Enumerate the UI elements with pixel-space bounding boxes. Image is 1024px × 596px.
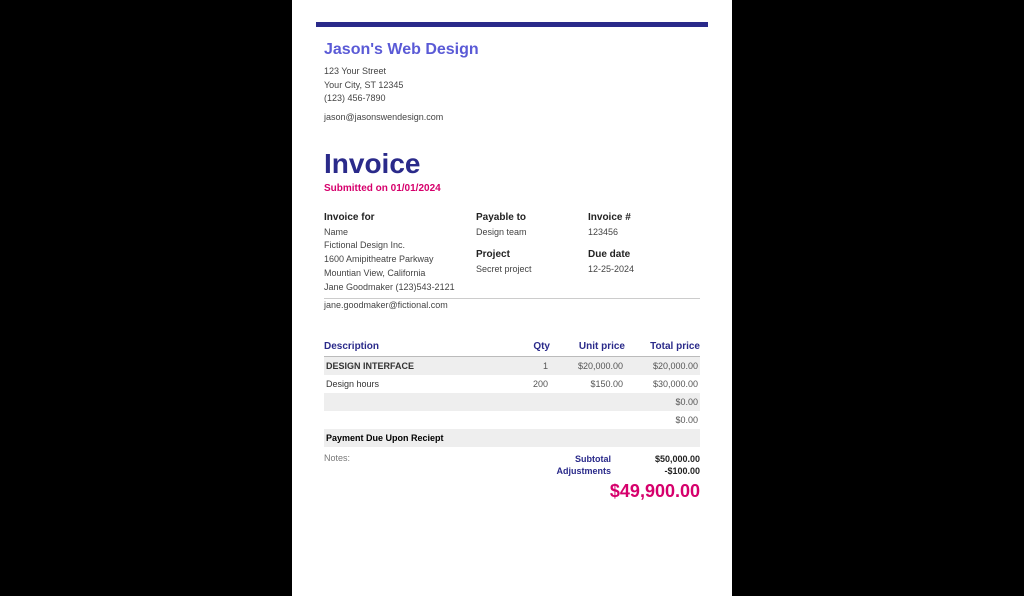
company-email: jason@jasonswendesign.com [324,112,700,122]
cell-total: $0.00 [623,397,698,407]
label-project: Project [476,249,576,260]
cell-desc [326,397,508,407]
billto-email: jane.goodmaker@fictional.com [324,299,700,313]
col-description: Description [324,341,510,352]
project-value: Secret project [476,263,576,277]
cell-qty: 200 [508,379,548,389]
cell-unit [548,415,623,425]
items-header: Description Qty Unit price Total price [324,341,700,357]
payable-to-value: Design team [476,226,576,240]
cell-qty [508,397,548,407]
cell-desc: DESIGN INTERFACE [326,361,508,371]
invoice-document: Jason's Web Design 123 Your Street Your … [292,0,732,596]
company-phone: (123) 456-7890 [324,92,700,106]
items-table: Description Qty Unit price Total price D… [324,341,700,502]
payment-note: Payment Due Upon Reciept [324,429,700,447]
cell-total: $0.00 [623,415,698,425]
billto-street: 1600 Amipitheatre Parkway [324,253,464,267]
notes-totals-row: Notes: Subtotal $50,000.00 Adjustments -… [324,453,700,477]
adjustments-value: -$100.00 [625,466,700,476]
adjustments-label: Adjustments [556,466,625,476]
label-invoice-for: Invoice for [324,212,464,223]
notes-label: Notes: [324,453,384,477]
billto-city: Mountian View, California [324,267,464,281]
company-street: 123 Your Street [324,65,700,79]
billto-contact: Jane Goodmaker (123)543-2121 [324,281,464,295]
billto-company: Fictional Design Inc. [324,239,464,253]
subtotal-label: Subtotal [575,454,625,464]
invoice-num-value: 123456 [588,226,688,240]
col-total-price: Total price [625,341,700,352]
table-row: DESIGN INTERFACE 1 $20,000.00 $20,000.00 [324,357,700,375]
label-invoice-num: Invoice # [588,212,688,223]
cell-unit: $150.00 [548,379,623,389]
cell-desc: Design hours [326,379,508,389]
company-city: Your City, ST 12345 [324,79,700,93]
content-area: Jason's Web Design 123 Your Street Your … [292,27,732,502]
info-grid: Invoice for Name Fictional Design Inc. 1… [324,212,700,296]
label-payable-to: Payable to [476,212,576,223]
cell-qty [508,415,548,425]
cell-desc [326,415,508,425]
label-due-date: Due date [588,249,688,260]
company-name: Jason's Web Design [324,41,700,59]
invoice-title: Invoice [324,148,700,180]
due-date-value: 12-25-2024 [588,263,688,277]
col-qty: Qty [510,341,550,352]
cell-unit [548,397,623,407]
grand-total: $49,900.00 [324,481,700,502]
col-unit-price: Unit price [550,341,625,352]
cell-total: $30,000.00 [623,379,698,389]
table-row: $0.00 [324,411,700,429]
submitted-date: Submitted on 01/01/2024 [324,183,700,194]
cell-qty: 1 [508,361,548,371]
subtotal-value: $50,000.00 [625,454,700,464]
cell-total: $20,000.00 [623,361,698,371]
cell-unit: $20,000.00 [548,361,623,371]
table-row: $0.00 [324,393,700,411]
table-row: Design hours 200 $150.00 $30,000.00 [324,375,700,393]
billto-name: Name [324,226,464,240]
